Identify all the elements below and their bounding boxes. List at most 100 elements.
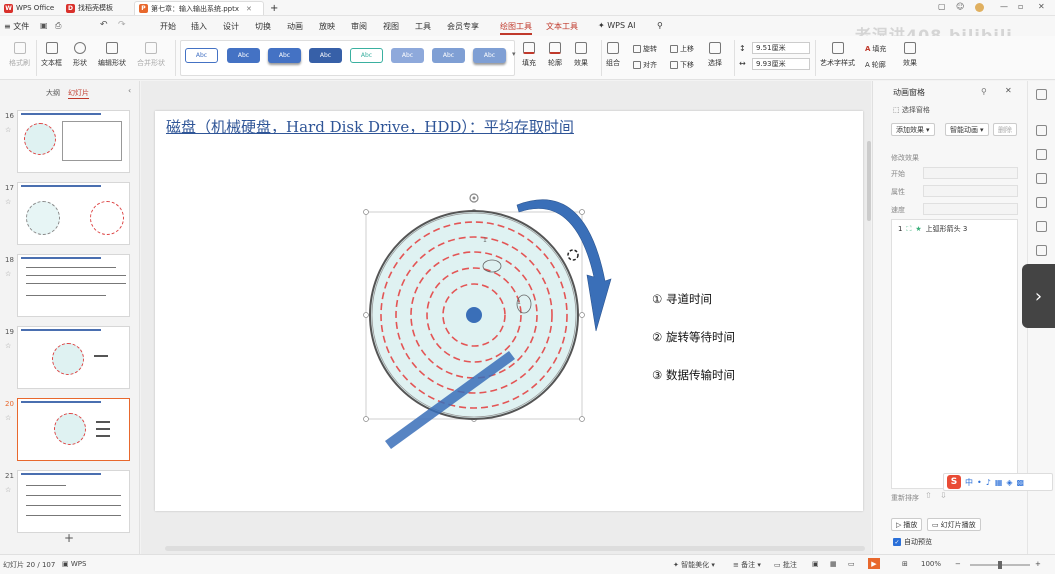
skin-icon[interactable]: ☺: [956, 2, 964, 11]
disk-diagram[interactable]: 1 1: [155, 111, 863, 511]
normal-view-icon[interactable]: ▣: [812, 560, 819, 568]
sidebar-tools-icon[interactable]: [1036, 221, 1047, 232]
sidebar-transition-icon[interactable]: [1036, 245, 1047, 256]
text-effect-button[interactable]: 效果: [903, 42, 917, 68]
vertical-scrollbar[interactable]: [867, 141, 871, 221]
ime-voice-icon[interactable]: ♪: [986, 478, 991, 487]
bullet-rotation-latency[interactable]: ② 旋转等待时间: [652, 329, 735, 345]
star-icon[interactable]: ☆: [5, 198, 11, 206]
menu-wps-ai[interactable]: ✦ WPS AI: [598, 21, 635, 30]
star-icon[interactable]: ☆: [5, 414, 11, 422]
speed-select[interactable]: [923, 203, 1018, 215]
slide-thumbnail-21[interactable]: [17, 470, 130, 533]
zoom-in-icon[interactable]: +: [1035, 560, 1041, 568]
wps-status[interactable]: ▣ WPS: [62, 560, 86, 568]
collapse-panel-icon[interactable]: ‹: [128, 86, 131, 95]
width-input[interactable]: 9.93厘米: [752, 58, 810, 70]
move-up-icon[interactable]: ⇧: [925, 491, 932, 500]
edit-shape-button[interactable]: 编辑形状: [98, 42, 126, 68]
maximize-icon[interactable]: ▫: [1018, 2, 1023, 11]
slide-thumbnail-16[interactable]: [17, 110, 130, 173]
minimize-icon[interactable]: —: [1000, 2, 1008, 11]
select-pane-button[interactable]: ⬚ 选择窗格: [893, 105, 930, 115]
menu-slideshow[interactable]: 放映: [319, 21, 335, 32]
smart-beautify-button[interactable]: ✦ 智能美化 ▾: [673, 560, 715, 570]
textbox-button[interactable]: 文本框: [41, 42, 62, 68]
shape-style-8[interactable]: Abc: [473, 48, 506, 63]
sorter-view-icon[interactable]: ▦: [830, 560, 837, 568]
bullet-transfer-time[interactable]: ③ 数据传输时间: [652, 367, 735, 383]
sidebar-layout-icon[interactable]: [1036, 197, 1047, 208]
auto-preview-checkbox[interactable]: ✓ 自动预览: [893, 537, 932, 547]
horizontal-scrollbar[interactable]: [165, 546, 865, 551]
text-fill-button[interactable]: A 填充: [865, 44, 886, 54]
quick-undo-icon[interactable]: ↶: [100, 20, 108, 30]
shape-style-2[interactable]: Abc: [227, 48, 260, 63]
shape-style-5[interactable]: Abc: [350, 48, 383, 63]
menu-transitions[interactable]: 切换: [255, 21, 271, 32]
delete-button[interactable]: 删除: [993, 123, 1017, 136]
close-pane-icon[interactable]: ✕: [1005, 86, 1012, 95]
height-input[interactable]: 9.51厘米: [752, 42, 810, 54]
ime-lang[interactable]: 中: [965, 477, 973, 488]
slide-canvas[interactable]: 磁盘（机械硬盘，Hard Disk Drive，HDD）：平均存取时间 1 1 …: [155, 111, 863, 511]
gallery-more-icon[interactable]: ▾: [512, 50, 516, 58]
bullet-seek-time[interactable]: ① 寻道时间: [652, 291, 712, 307]
add-effect-button[interactable]: 添加效果 ▾: [891, 123, 935, 136]
shape-style-4[interactable]: Abc: [309, 48, 342, 63]
slide-thumbnail-19[interactable]: [17, 326, 130, 389]
tab-document[interactable]: P 第七章：输入输出系统.pptx ✕: [134, 1, 264, 15]
quick-redo-icon[interactable]: ↷: [118, 20, 126, 30]
sidebar-animation-icon[interactable]: [1036, 89, 1047, 100]
align-button[interactable]: 对齐: [633, 60, 657, 70]
zoom-slider-thumb[interactable]: [998, 561, 1002, 569]
tab-template[interactable]: D 找稻壳模板: [62, 1, 117, 15]
move-down-icon[interactable]: ⇩: [940, 491, 947, 500]
merge-shape-button[interactable]: 合并形状: [137, 42, 165, 68]
new-tab-button[interactable]: +: [266, 1, 282, 15]
shape-style-7[interactable]: Abc: [432, 48, 465, 63]
shape-button[interactable]: 形状: [73, 42, 87, 68]
ime-tools-icon[interactable]: ▩: [1017, 478, 1025, 487]
star-icon[interactable]: ☆: [5, 342, 11, 350]
tab-close-icon[interactable]: ✕: [246, 5, 252, 13]
menu-review[interactable]: 审阅: [351, 21, 367, 32]
bring-forward-button[interactable]: 上移: [670, 44, 694, 54]
menu-tools[interactable]: 工具: [415, 21, 431, 32]
comments-button[interactable]: ▭ 批注: [774, 560, 797, 570]
slide-thumbnail-18[interactable]: [17, 254, 130, 317]
window-icon-a[interactable]: ▢: [938, 2, 946, 11]
select-button[interactable]: 选择: [708, 42, 722, 68]
zoom-fit-icon[interactable]: ⊞: [902, 560, 908, 568]
pin-icon[interactable]: ⚲: [981, 87, 987, 96]
play-button[interactable]: ▷ 播放: [891, 518, 923, 531]
animation-item[interactable]: 1 ⛶ ★ 上弧形箭头 3: [898, 224, 967, 234]
ime-toolbar[interactable]: S 中 • ♪ ▦ ◈ ▩: [943, 473, 1053, 491]
search-icon[interactable]: ⚲: [657, 21, 663, 30]
tab-outline[interactable]: 大纲: [46, 88, 60, 98]
zoom-out-icon[interactable]: −: [955, 560, 961, 568]
fill-button[interactable]: 填充: [522, 42, 536, 68]
menu-animation[interactable]: 动画: [287, 21, 303, 32]
art-text-button[interactable]: 艺术字样式: [820, 42, 855, 68]
shape-style-3[interactable]: Abc: [268, 48, 301, 63]
ime-skin-icon[interactable]: ◈: [1006, 478, 1012, 487]
text-outline-button[interactable]: A 轮廓: [865, 60, 886, 70]
reading-view-icon[interactable]: ▭: [848, 560, 855, 568]
menu-design[interactable]: 设计: [223, 21, 239, 32]
notes-button[interactable]: ≡ 备注 ▾: [733, 560, 761, 570]
rotate-button[interactable]: 旋转: [633, 44, 657, 54]
tab-slides[interactable]: 幻灯片: [68, 88, 89, 99]
ime-punct-icon[interactable]: •: [977, 478, 982, 487]
shape-style-6[interactable]: Abc: [391, 48, 424, 63]
sidebar-property-icon[interactable]: [1036, 173, 1047, 184]
menu-view[interactable]: 视图: [383, 21, 399, 32]
start-select[interactable]: [923, 167, 1018, 179]
menu-insert[interactable]: 插入: [191, 21, 207, 32]
effect-button[interactable]: 效果: [574, 42, 588, 68]
outline-button[interactable]: 轮廓: [548, 42, 562, 68]
send-backward-button[interactable]: 下移: [670, 60, 694, 70]
slide-thumbnail-20[interactable]: [17, 398, 130, 461]
play-slideshow-icon[interactable]: ▶: [868, 558, 880, 569]
star-icon[interactable]: ☆: [5, 486, 11, 494]
